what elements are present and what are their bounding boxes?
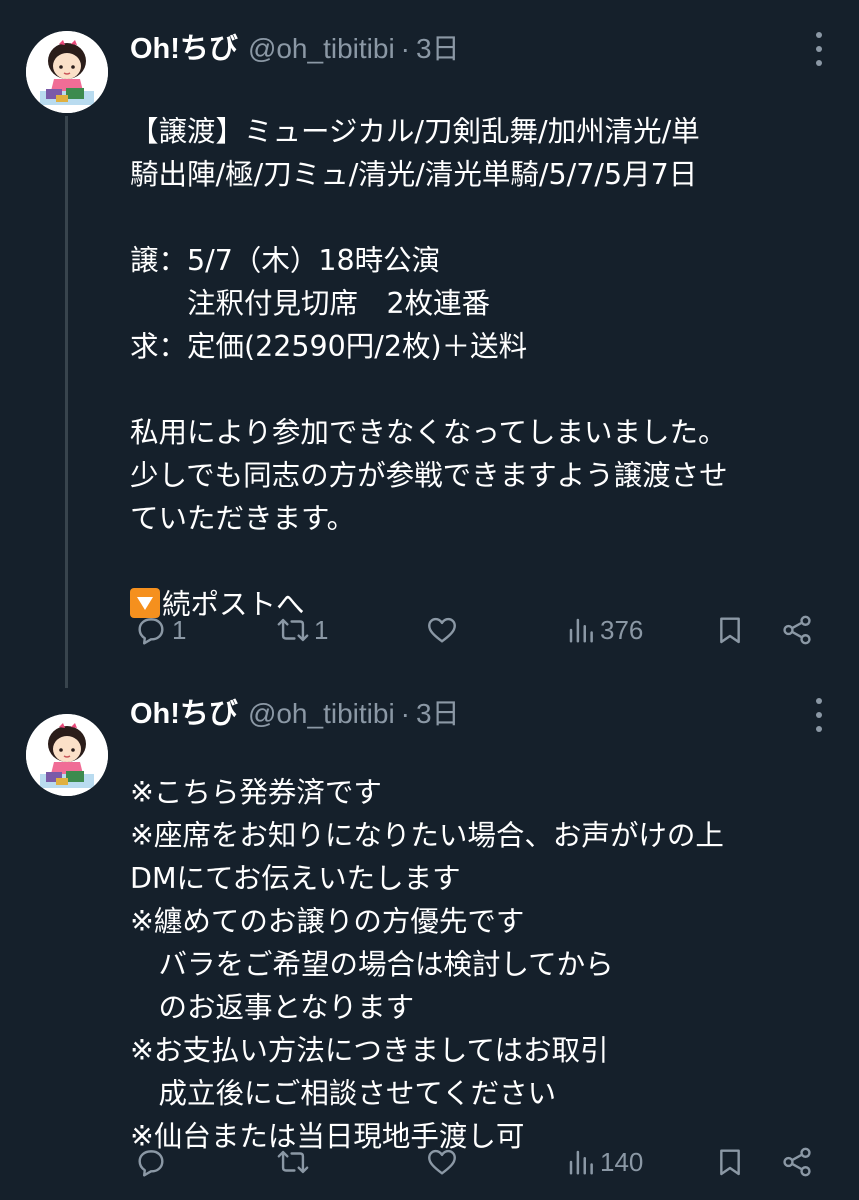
avatar[interactable] [26,714,108,796]
reply-icon [138,618,164,645]
text-line: 【譲渡】ミュージカル/刀剣乱舞/加州清光/単 [130,115,700,148]
text-line: ていただきます。 [130,502,356,535]
text-line: ※纏めてのお譲りの方優先です [130,905,525,938]
text-line: バラをご希望の場合は検討してから [130,948,614,981]
repost-button[interactable] [276,1142,314,1182]
text-line: ​ [130,540,840,583]
share-icon [783,615,811,645]
separator-dot: · [400,698,410,729]
separator-dot: · [400,33,410,64]
heart-icon [428,617,456,643]
views-chart-icon [569,618,593,643]
author-name[interactable]: Oh!ちび [130,690,238,732]
view-count: 376 [600,614,644,645]
author-handle[interactable]: @oh_tibitibi [248,33,395,65]
heart-icon [428,1149,456,1175]
timestamp[interactable]: 3日 [416,27,460,67]
text-line: ※お支払い方法につきましてはお取引 [130,1034,609,1067]
text-line: 注釈付見切席 2枚連番 [130,287,491,320]
text-line: ​ [130,368,840,411]
tweet-text: ※こちら発券済です ※座席をお知りになりたい場合、お声がけの上 DMにてお伝えいたし… [130,728,840,1158]
view-count: 140 [600,1146,644,1177]
text-line: 譲：5/7（木）18時公演 [130,244,441,277]
timestamp[interactable]: 3日 [416,692,460,732]
text-line: ※こちら発券済です [130,776,382,809]
text-line: DMにてお伝えいたします [130,862,461,895]
like-button[interactable] [425,610,463,650]
thread-line [65,116,68,688]
reply-button[interactable] [134,1142,172,1182]
text-line: 私用により参加できなくなってしまいました。 [130,416,727,449]
reply-icon [138,1150,164,1177]
action-bar: 1 1 376 [130,610,830,650]
repost-count: 1 [314,614,329,645]
author-handle[interactable]: @oh_tibitibi [248,698,395,730]
more-options-icon[interactable] [807,32,831,66]
like-button[interactable] [425,1142,463,1182]
text-line: のお返事となります [130,991,415,1024]
text-line: ​ [130,196,840,239]
reply-button[interactable]: 1 [134,610,186,650]
text-line: ※座席をお知りになりたい場合、お声がけの上 [130,819,724,852]
views-button[interactable]: 376 [566,610,643,650]
share-icon [783,1147,811,1177]
reply-count: 1 [172,614,187,645]
share-button[interactable] [780,610,814,650]
share-button[interactable] [780,1142,814,1182]
views-button[interactable]: 140 [566,1142,643,1182]
views-chart-icon [569,1150,593,1175]
repost-button[interactable]: 1 [276,610,328,650]
tweet-header: Oh!ちび @oh_tibitibi · 3日 [130,690,799,730]
bookmark-icon [720,1149,740,1176]
repost-icon [277,618,309,642]
tweet[interactable]: Oh!ちび @oh_tibitibi · 3日 【譲渡】ミュージカル/刀剣乱舞/… [0,0,859,690]
repost-icon [277,1150,309,1174]
tweet-text: 【譲渡】ミュージカル/刀剣乱舞/加州清光/単 騎出陣/極/刀ミュ/清光/清光単騎/… [130,67,840,626]
text-line: 騎出陣/極/刀ミュ/清光/清光単騎/5/7/5月7日 [130,158,698,191]
text-line: 少しでも同志の方が参戦できますよう譲渡させ [130,459,728,492]
avatar[interactable] [26,31,108,113]
more-options-icon[interactable] [807,698,831,732]
bookmark-button[interactable] [714,610,746,650]
bookmark-button[interactable] [714,1142,746,1182]
tweet[interactable]: Oh!ちび @oh_tibitibi · 3日 ※こちら発券済です ※座席をお知り… [0,690,859,1200]
text-line: 求：定価(22590円/2枚)＋送料 [130,330,528,363]
tweet-header: Oh!ちび @oh_tibitibi · 3日 [130,25,799,65]
avatar-girl-illustration [26,714,108,796]
avatar-girl-illustration [26,31,108,113]
author-name[interactable]: Oh!ちび [130,25,238,67]
action-bar: 140 [130,1142,830,1182]
text-line: 成立後にご相談させてください [130,1077,557,1110]
bookmark-icon [720,617,740,644]
